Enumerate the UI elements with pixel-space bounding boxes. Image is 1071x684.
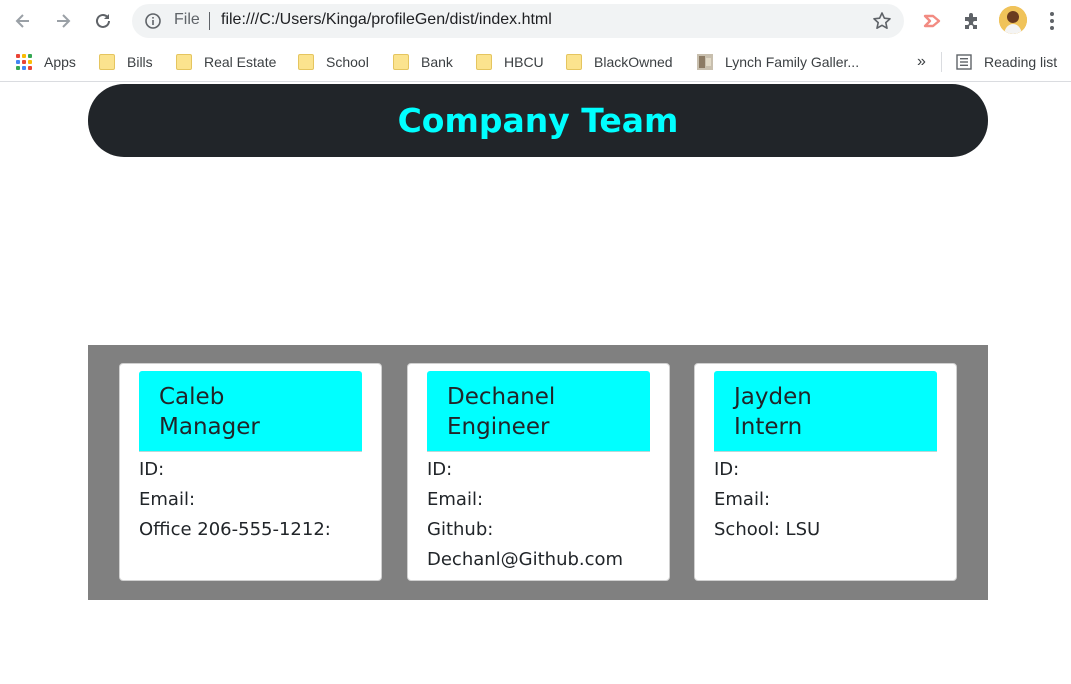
folder-icon — [298, 54, 314, 70]
bookmark-label: Lynch Family Galler... — [725, 54, 860, 70]
card-body: ID: Email: Office 206-555-1212: — [139, 455, 379, 545]
employee-role: Manager — [159, 414, 260, 440]
bookmark-label: BlackOwned — [594, 54, 673, 70]
employee-card-manager: Caleb Manager ID: Email: Office 206-555-… — [119, 363, 382, 581]
forward-button[interactable] — [50, 8, 76, 34]
bookmark-label: Bank — [421, 54, 453, 70]
cast-extension-icon — [923, 14, 941, 28]
extensions-button[interactable] — [959, 8, 985, 34]
profile-photo-icon — [999, 6, 1027, 34]
bookmark-label: Apps — [44, 54, 76, 70]
back-button[interactable] — [10, 8, 36, 34]
apps-grid-icon — [16, 54, 32, 70]
employee-name: Caleb — [159, 384, 225, 410]
employee-id-field: ID: — [139, 459, 165, 480]
reading-list-label: Reading list — [984, 54, 1058, 70]
team-section: Caleb Manager ID: Email: Office 206-555-… — [88, 345, 988, 600]
bookmark-label: Real Estate — [204, 54, 277, 70]
url-text[interactable]: file:///C:/Users/Kinga/profileGen/dist/i… — [221, 11, 552, 29]
employee-name: Jayden — [734, 384, 812, 410]
cast-extension-button[interactable] — [920, 8, 946, 34]
kebab-menu-icon — [1050, 12, 1054, 30]
page-header: Company Team — [88, 84, 988, 157]
employee-email-field: Email: — [427, 489, 484, 510]
browser-toolbar: File file:///C:/Users/Kinga/profileGen/d… — [0, 0, 1071, 42]
employee-school-field: School: LSU — [714, 519, 821, 540]
profile-avatar[interactable] — [999, 6, 1027, 34]
employee-email-field: Email: — [714, 489, 771, 510]
bookmarks-divider — [941, 52, 942, 72]
folder-icon — [99, 54, 115, 70]
address-bar[interactable]: File file:///C:/Users/Kinga/profileGen/d… — [132, 4, 904, 38]
address-separator — [209, 12, 210, 30]
bookmark-blackowned[interactable]: BlackOwned — [566, 51, 673, 73]
info-icon[interactable] — [144, 12, 162, 30]
bookmarks-bar: Apps Bills Real Estate School Bank HBCU … — [0, 42, 1071, 82]
gallery-thumbnail-icon — [697, 54, 713, 70]
bookmark-label: Bills — [127, 54, 153, 70]
employee-github-value: Dechanl@Github.com — [427, 549, 624, 570]
employee-email-field: Email: — [139, 489, 196, 510]
folder-icon — [176, 54, 192, 70]
bookmark-star-icon[interactable] — [872, 11, 892, 31]
back-arrow-icon — [15, 14, 29, 28]
employee-name: Dechanel — [447, 384, 556, 410]
bookmark-bills[interactable]: Bills — [99, 51, 153, 73]
address-scheme-label: File — [174, 11, 200, 28]
bookmark-school[interactable]: School — [298, 51, 369, 73]
reload-button[interactable] — [90, 8, 116, 34]
reading-list-icon — [956, 54, 972, 70]
card-header: Caleb Manager — [139, 371, 362, 452]
card-header: Jayden Intern — [714, 371, 937, 452]
folder-icon — [476, 54, 492, 70]
bookmark-hbcu[interactable]: HBCU — [476, 51, 544, 73]
folder-icon — [393, 54, 409, 70]
bookmarks-overflow-button[interactable]: » — [917, 51, 926, 73]
bookmark-real-estate[interactable]: Real Estate — [176, 51, 276, 73]
reading-list-button[interactable]: Reading list — [956, 51, 1057, 73]
forward-arrow-icon — [57, 14, 71, 28]
employee-id-field: ID: — [714, 459, 740, 480]
page-title: Company Team — [397, 101, 679, 140]
folder-icon — [566, 54, 582, 70]
employee-role: Intern — [734, 414, 803, 440]
card-body: ID: Email: School: LSU — [714, 455, 954, 545]
employee-office-field: Office 206-555-1212: — [139, 519, 331, 540]
card-body: ID: Email: Github: Dechanl@Github.com — [427, 455, 667, 575]
puzzle-piece-icon — [965, 13, 977, 29]
employee-role: Engineer — [447, 414, 550, 440]
employee-id-field: ID: — [427, 459, 453, 480]
card-header: Dechanel Engineer — [427, 371, 650, 452]
bookmark-label: HBCU — [504, 54, 544, 70]
reload-icon — [96, 13, 110, 28]
bookmark-apps[interactable]: Apps — [16, 51, 76, 73]
employee-card-intern: Jayden Intern ID: Email: School: LSU — [694, 363, 957, 581]
bookmark-bank[interactable]: Bank — [393, 51, 453, 73]
overflow-chevron-icon: » — [917, 53, 926, 70]
employee-card-engineer: Dechanel Engineer ID: Email: Github: Dec… — [407, 363, 670, 581]
bookmark-lynch-family-gallery[interactable]: Lynch Family Galler... — [697, 51, 859, 73]
browser-menu-button[interactable] — [1039, 8, 1065, 34]
bookmark-label: School — [326, 54, 369, 70]
employee-github-field: Github: — [427, 519, 494, 540]
